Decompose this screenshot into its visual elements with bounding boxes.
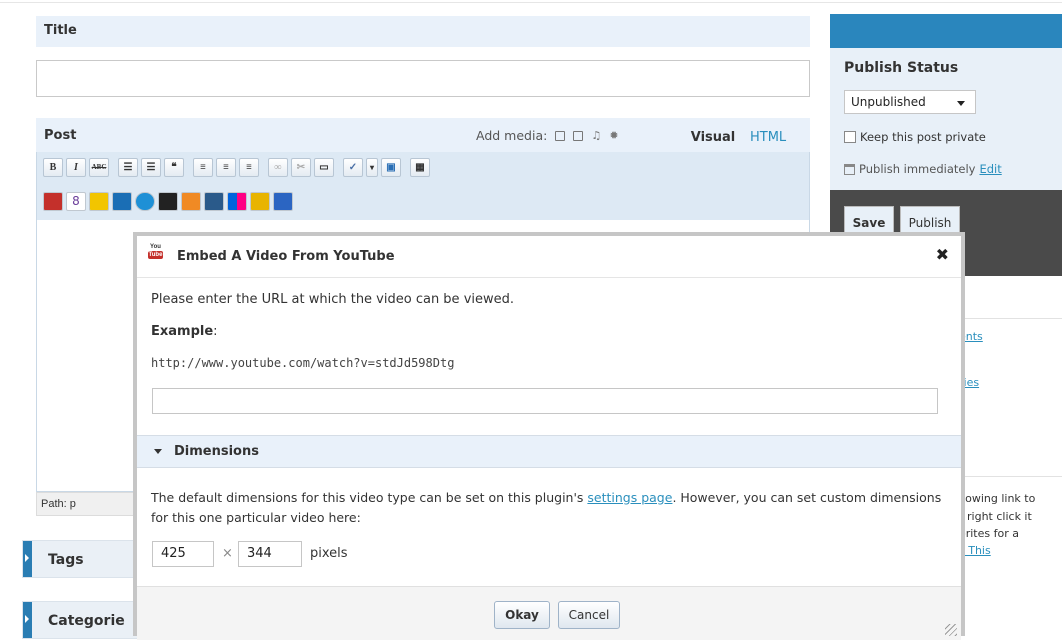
post-section-header: Post Add media: ♫ ✹ Visual HTML: [36, 118, 810, 152]
bold-button[interactable]: B: [43, 158, 63, 177]
private-checkbox[interactable]: [844, 131, 856, 143]
private-checkbox-row[interactable]: Keep this post private: [844, 130, 986, 144]
tab-visual[interactable]: Visual: [682, 124, 744, 152]
tags-label: Tags: [48, 552, 84, 568]
dialog-header: You Tube Embed A Video From YouTube ✖: [137, 236, 961, 278]
add-audio-icon[interactable]: ♫: [591, 130, 601, 141]
blip-icon[interactable]: [135, 192, 155, 211]
close-icon[interactable]: ✖: [936, 245, 949, 264]
toolbar-row-2: 8: [43, 192, 293, 211]
sidebar-text-line: llowing link to: [959, 492, 1036, 505]
dailymotion-icon[interactable]: [89, 192, 109, 211]
dialog-footer: Okay Cancel: [137, 586, 961, 640]
sidebar-text-line: r right click it: [959, 510, 1032, 523]
publish-date-row: Publish immediately Edit: [844, 162, 1002, 176]
categories-label: Categorie: [48, 613, 125, 629]
kitchen-sink-button[interactable]: ▦: [410, 158, 430, 177]
dialog-instructions: Please enter the URL at which the video …: [151, 292, 515, 307]
collapse-triangle-icon: [154, 449, 162, 454]
bullet-list-button[interactable]: ☰: [118, 158, 138, 177]
embed-video-dialog: You Tube Embed A Video From YouTube ✖ Pl…: [133, 232, 965, 640]
title-label: Title: [44, 23, 77, 38]
post-label: Post: [44, 128, 77, 143]
unlink-button[interactable]: ✂: [291, 158, 311, 177]
pixels-unit-label: pixels: [310, 546, 348, 561]
resize-grip-icon[interactable]: [945, 624, 957, 636]
veoh-icon[interactable]: [181, 192, 201, 211]
top-divider: [0, 0, 1062, 3]
flickr-icon[interactable]: [227, 192, 247, 211]
align-right-button[interactable]: ≡: [239, 158, 259, 177]
italic-button[interactable]: I: [66, 158, 86, 177]
add-image-icon[interactable]: [555, 130, 566, 141]
youtube-icon[interactable]: [43, 192, 63, 211]
friends-icon[interactable]: [273, 192, 293, 211]
edit-date-link[interactable]: Edit: [979, 162, 1001, 176]
add-media-bar: Add media: ♫ ✹: [476, 128, 619, 143]
align-center-button[interactable]: ≡: [216, 158, 236, 177]
times-symbol: ×: [222, 546, 233, 561]
dimensions-section-toggle[interactable]: Dimensions: [137, 435, 961, 468]
add-media-icon[interactable]: ✹: [609, 130, 619, 141]
fullscreen-button[interactable]: ▣: [381, 158, 401, 177]
okay-button[interactable]: Okay: [494, 601, 550, 629]
youtube-icon: You Tube: [148, 244, 163, 259]
link-button[interactable]: ∞: [268, 158, 288, 177]
example-url: http://www.youtube.com/watch?v=stdJd598D…: [151, 356, 455, 370]
cancel-button[interactable]: Cancel: [558, 601, 620, 629]
height-input[interactable]: 344: [238, 541, 302, 567]
publish-status-panel: Publish Status Unpublished Keep this pos…: [830, 48, 1062, 190]
title-section-header: Title: [36, 16, 810, 47]
example-label: Example:: [151, 324, 218, 339]
publish-status-title: Publish Status: [844, 60, 959, 76]
editor-toolbar: B I ABC ☰ ☰ ❝ ≡ ≡ ≡ ∞ ✂ ▭ ✓ ▾ ▣ ▦ 8: [36, 152, 810, 220]
spike-icon[interactable]: [250, 192, 270, 211]
chevron-down-icon: [957, 101, 965, 106]
spellcheck-button[interactable]: ✓: [343, 158, 363, 177]
numbered-list-button[interactable]: ☰: [141, 158, 161, 177]
width-input[interactable]: 425: [152, 541, 214, 567]
dimensions-description: The default dimensions for this video ty…: [151, 490, 942, 525]
add-media-label: Add media:: [476, 128, 548, 143]
dialog-title: Embed A Video From YouTube: [177, 249, 395, 264]
strikethrough-button[interactable]: ABC: [89, 158, 109, 177]
sidebar-text-line: orites for a: [959, 527, 1019, 540]
google-video-icon[interactable]: 8: [66, 192, 86, 211]
toolbar-row-1: B I ABC ☰ ☰ ❝ ≡ ≡ ≡ ∞ ✂ ▭ ✓ ▾ ▣ ▦: [43, 158, 430, 177]
add-video-icon[interactable]: [573, 130, 584, 141]
blockquote-button[interactable]: ❝: [164, 158, 184, 177]
video-url-input[interactable]: [152, 388, 938, 414]
expand-arrow-icon: [25, 615, 29, 623]
vimeo-icon[interactable]: [112, 192, 132, 211]
metacafe-icon[interactable]: [204, 192, 224, 211]
status-select[interactable]: Unpublished: [844, 90, 976, 114]
settings-page-link[interactable]: settings page: [587, 490, 672, 505]
spellcheck-dropdown[interactable]: ▾: [366, 158, 378, 177]
myspace-icon[interactable]: [158, 192, 178, 211]
tab-html[interactable]: HTML: [750, 130, 786, 145]
dimensions-label: Dimensions: [174, 444, 259, 459]
expand-arrow-icon: [25, 554, 29, 562]
title-input[interactable]: [36, 60, 810, 97]
more-tag-button[interactable]: ▭: [314, 158, 334, 177]
sidebar-header-bar: [830, 14, 1062, 48]
calendar-icon: [844, 163, 855, 175]
align-left-button[interactable]: ≡: [193, 158, 213, 177]
